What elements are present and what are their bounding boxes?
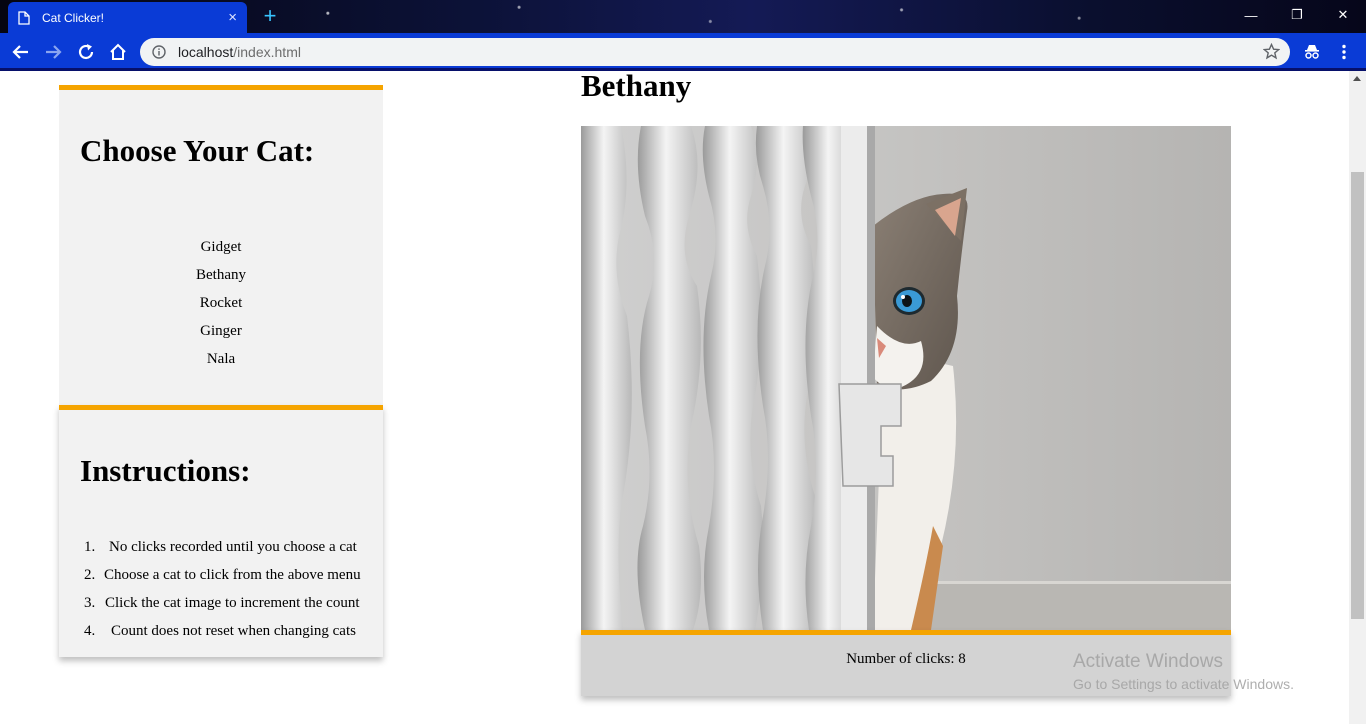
instruction-text: Choose a cat to click from the above men… <box>104 567 361 583</box>
browser-titlebar: Cat Clicker! × + — ❐ ✕ <box>0 0 1366 33</box>
forward-button[interactable] <box>40 39 66 65</box>
window-close-button[interactable]: ✕ <box>1320 0 1366 30</box>
instruction-item: 4. Count does not reset when changing ca… <box>59 617 383 645</box>
instruction-text: Click the cat image to increment the cou… <box>105 595 360 611</box>
cat-item-nala[interactable]: Nala <box>59 345 383 373</box>
cat-list: Gidget Bethany Rocket Ginger Nala <box>59 233 383 373</box>
instruction-item: 3. Click the cat image to increment the … <box>59 589 383 617</box>
url-host: localhost <box>178 44 234 60</box>
watermark-subtitle: Go to Settings to activate Windows. <box>1073 676 1294 692</box>
forward-arrow-icon <box>46 45 62 59</box>
cat-image[interactable] <box>581 126 1231 630</box>
instruction-number: 1. <box>84 539 96 555</box>
home-button[interactable] <box>105 39 131 65</box>
instruction-text: No clicks recorded until you choose a ca… <box>109 539 357 555</box>
cat-photo-illustration <box>581 126 1231 630</box>
activate-windows-watermark: Activate Windows Go to Settings to activ… <box>1073 651 1294 692</box>
instructions-list: 1. No clicks recorded until you choose a… <box>59 533 383 645</box>
kebab-menu-icon <box>1342 44 1346 60</box>
back-arrow-icon <box>12 45 28 59</box>
bookmark-star-icon[interactable] <box>1263 43 1280 60</box>
incognito-button[interactable] <box>1299 39 1325 65</box>
url-path: /index.html <box>233 44 301 60</box>
minimize-button[interactable]: — <box>1228 0 1274 30</box>
restore-button[interactable]: ❐ <box>1274 0 1320 30</box>
cat-chooser-heading: Choose Your Cat: <box>80 133 315 168</box>
home-icon <box>110 43 126 60</box>
instruction-item: 1. No clicks recorded until you choose a… <box>59 533 383 561</box>
menu-button[interactable] <box>1331 39 1357 65</box>
instruction-number: 2. <box>84 567 96 583</box>
instructions-panel: Instructions: 1. No clicks recorded unti… <box>59 405 383 657</box>
page-icon <box>18 10 30 25</box>
instruction-number: 4. <box>84 623 96 639</box>
info-icon[interactable] <box>152 45 166 59</box>
scrollbar-thumb[interactable] <box>1351 172 1364 619</box>
instruction-number: 3. <box>84 595 96 611</box>
instructions-heading: Instructions: <box>80 453 251 488</box>
page-scrollbar[interactable] <box>1349 71 1366 724</box>
watermark-title: Activate Windows <box>1073 651 1223 672</box>
browser-toolbar: localhost/index.html <box>0 33 1366 71</box>
tab-close-icon[interactable]: × <box>228 10 237 25</box>
scroll-up-arrow-icon[interactable] <box>1353 76 1361 81</box>
reload-button[interactable] <box>73 39 99 65</box>
reload-icon <box>78 44 94 60</box>
cat-item-gidget[interactable]: Gidget <box>59 233 383 261</box>
click-count-label: Number of clicks: 8 <box>846 651 966 667</box>
address-bar[interactable]: localhost/index.html <box>140 38 1290 66</box>
selected-cat-name: Bethany <box>581 68 692 103</box>
cat-chooser-panel: Choose Your Cat: Gidget Bethany Rocket G… <box>59 85 383 405</box>
back-button[interactable] <box>8 39 34 65</box>
cat-item-ginger[interactable]: Ginger <box>59 317 383 345</box>
browser-tab[interactable]: Cat Clicker! × <box>8 2 247 33</box>
cat-item-rocket[interactable]: Rocket <box>59 289 383 317</box>
tab-title: Cat Clicker! <box>42 10 105 25</box>
instruction-text: Count does not reset when changing cats <box>111 623 356 639</box>
instruction-item: 2. Choose a cat to click from the above … <box>59 561 383 589</box>
new-tab-button[interactable]: + <box>258 4 282 28</box>
incognito-icon <box>1305 45 1319 59</box>
cat-item-bethany[interactable]: Bethany <box>59 261 383 289</box>
